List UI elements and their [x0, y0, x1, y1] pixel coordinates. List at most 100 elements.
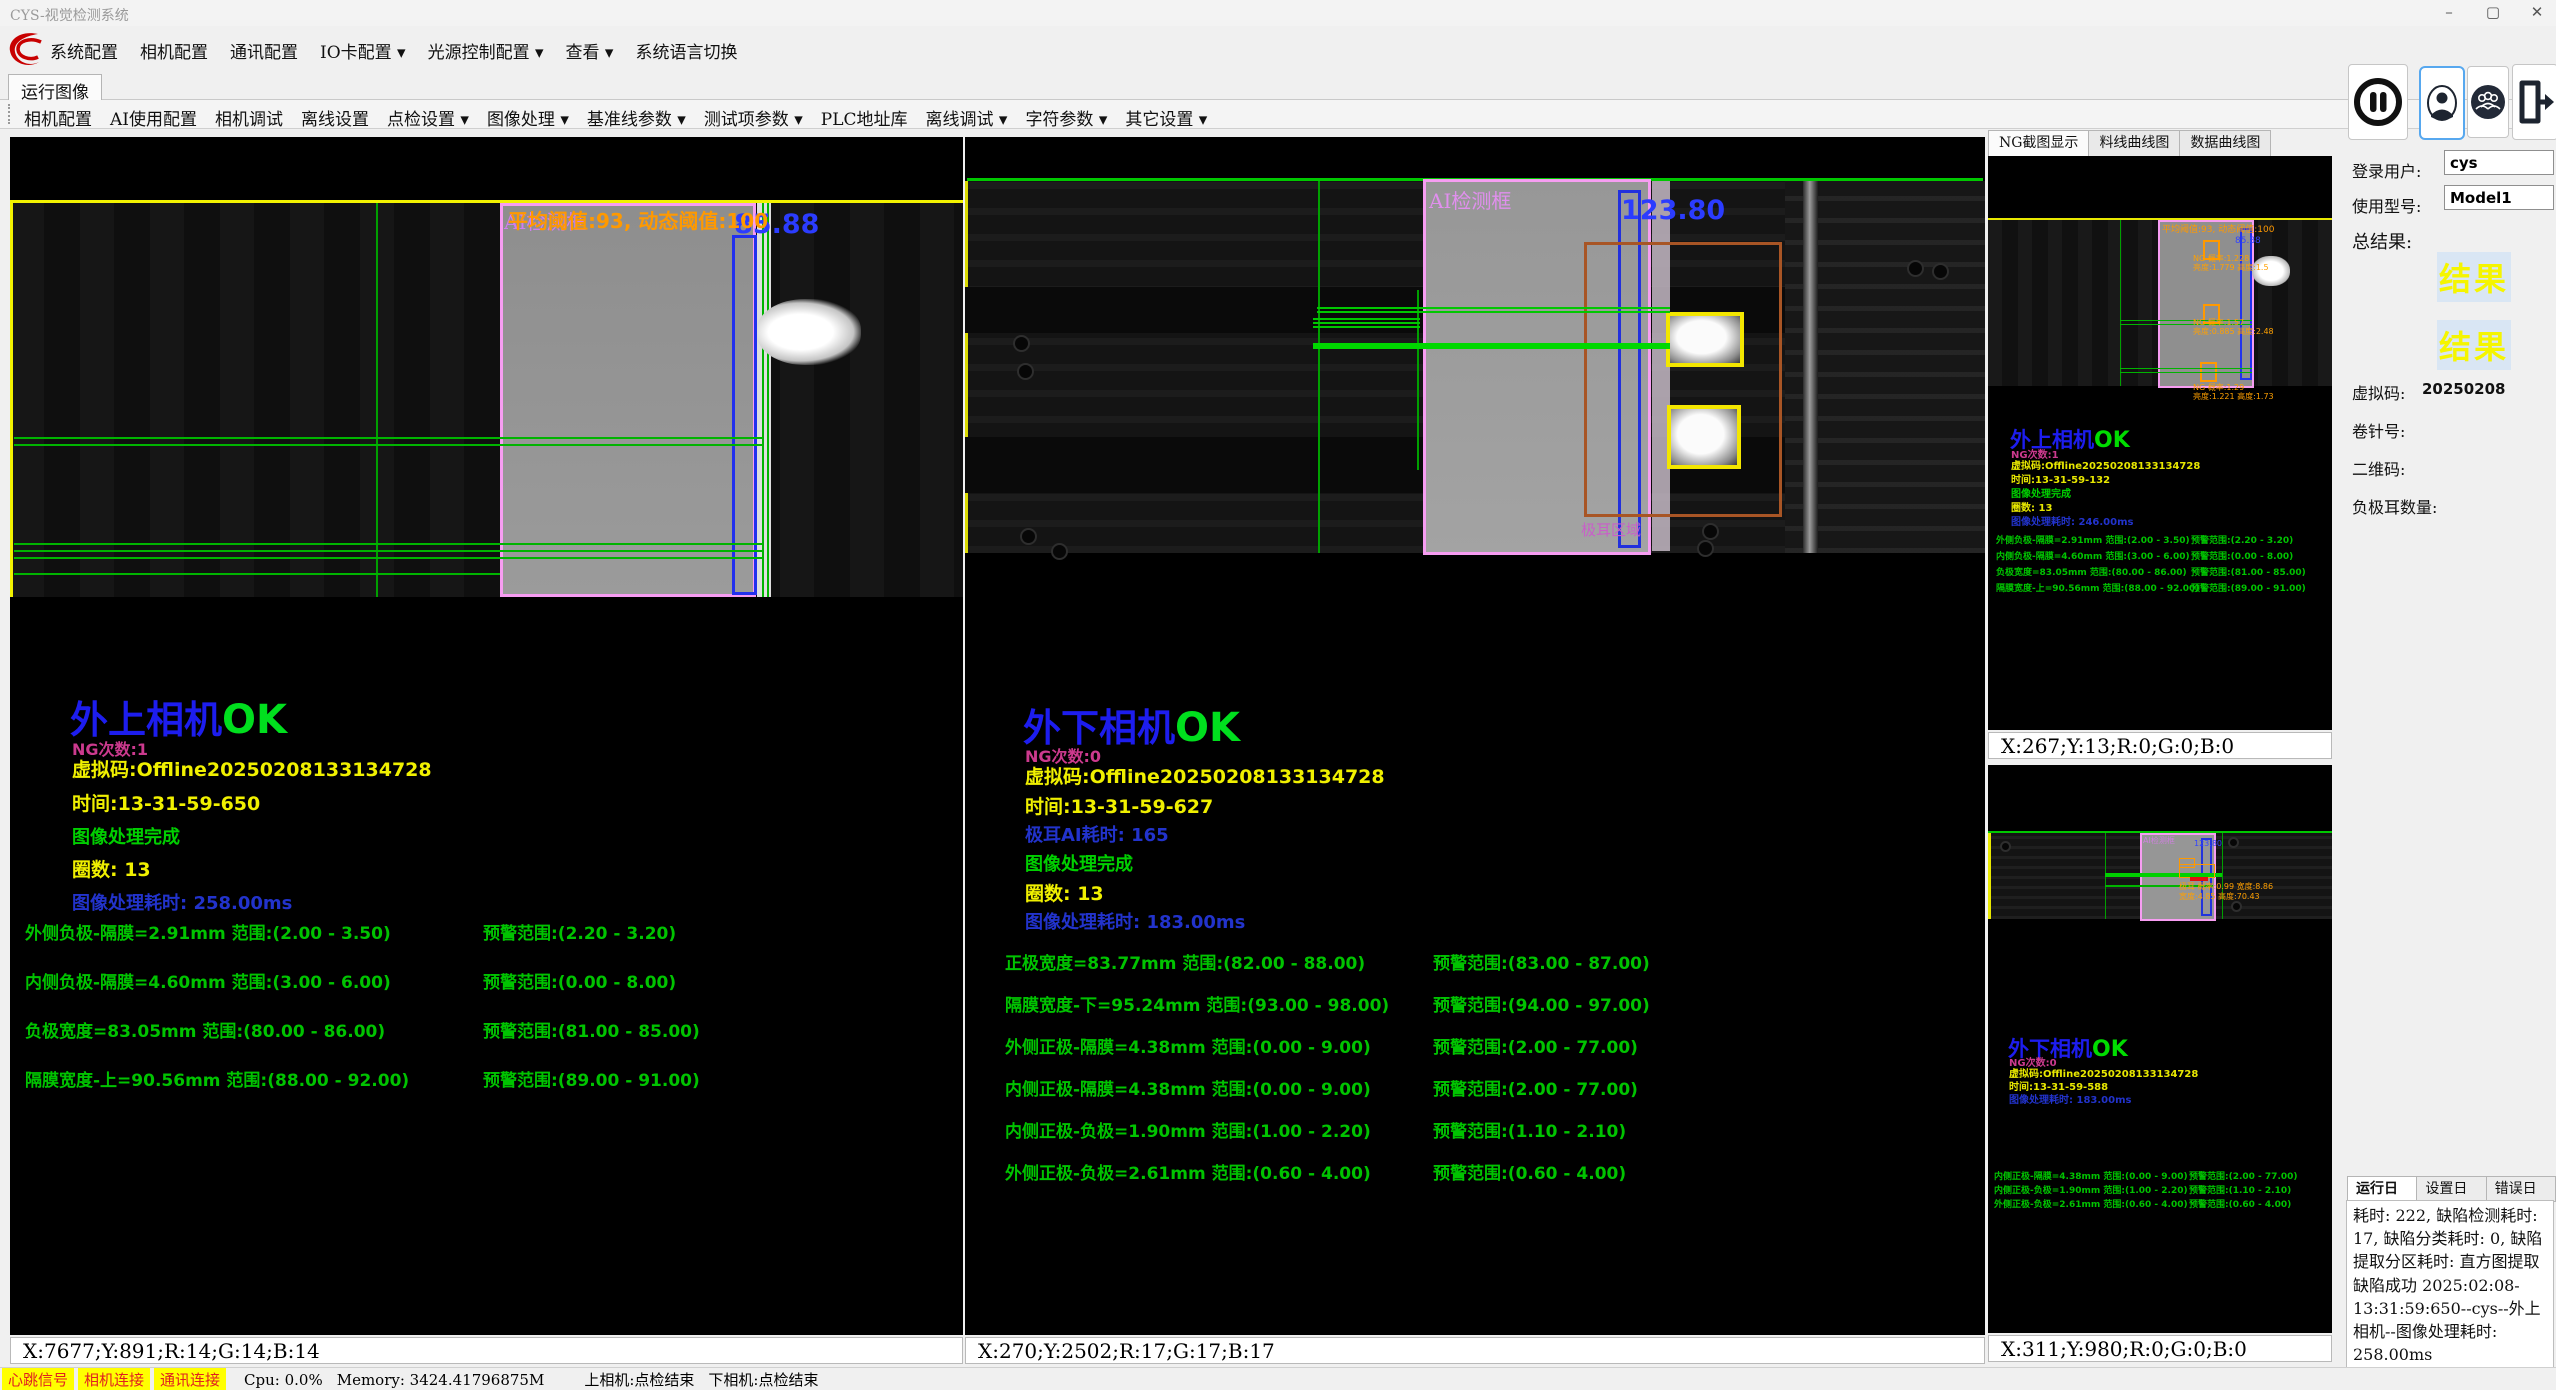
measurement-text: 外侧负极-隔膜=2.91mm 范围:(2.00 - 3.50) — [25, 919, 391, 944]
tab-ng-display[interactable]: NG截图显示 — [1988, 130, 2088, 157]
annotation-line: 宽度:4.85 高度:70.43 — [2179, 892, 2260, 901]
log-content[interactable]: 耗时: 222, 缺陷检测耗时: 17, 缺陷分类耗时: 0, 缺陷提取分区耗时… — [2346, 1200, 2554, 1382]
toolbar-item[interactable]: 离线设置 — [301, 105, 369, 130]
model-input[interactable] — [2444, 185, 2554, 210]
status-bar: 心跳信号相机连接通讯连接 Cpu: 0.0% Memory: 3424.4179… — [0, 1367, 2556, 1390]
warning-range-text: 预警范围:(81.00 - 85.00) — [2191, 565, 2306, 578]
warning-range-text: 预警范围:(1.10 - 2.10) — [1433, 1117, 1626, 1142]
measurement-list: 正极宽度=83.77mm 范围:(82.00 - 88.00) 预警范围:(83… — [1005, 949, 1965, 1201]
toolbar-item[interactable]: 点检设置 ▾ — [387, 105, 469, 130]
virtual-code-label: 虚拟码: — [2352, 380, 2405, 404]
camera-top-image — [10, 203, 963, 597]
toolbar-item[interactable]: 离线调试 ▾ — [926, 105, 1008, 130]
guide-line — [14, 557, 762, 559]
menu-item[interactable]: 光源控制配置 ▾ — [428, 38, 544, 63]
guide-line — [2120, 220, 2121, 386]
guide-line — [2120, 368, 2252, 369]
tab-data-chart[interactable]: 数据曲线图 — [2179, 130, 2271, 157]
measurement-text: 外侧正极-负极=2.61mm 范围:(0.60 - 4.00) — [1005, 1159, 1371, 1184]
measurement-text: 外侧正极-隔膜=4.38mm 范围:(0.00 - 9.00) — [1005, 1033, 1371, 1058]
virtual-code: 虚拟码:Offline20250208133134728 — [1025, 762, 1385, 789]
result-ok: OK — [2094, 428, 2130, 453]
screw-hole — [1017, 363, 1034, 380]
menu-item[interactable]: 通讯配置 — [230, 38, 298, 63]
toolbar-item[interactable]: AI使用配置 — [110, 105, 197, 130]
tab-blob — [757, 299, 861, 365]
menu-items: 系统配置相机配置通讯配置 IO卡配置 ▾ 光源控制配置 ▾ 查看 ▾ 系统语言切换 — [50, 38, 737, 63]
measurement-text: 负极宽度=83.05mm 范围:(80.00 - 86.00) — [1996, 565, 2187, 578]
toolbar-item[interactable]: 测试项参数 ▾ — [704, 105, 803, 130]
model-label: 使用型号: — [2352, 193, 2421, 217]
toolbar-item[interactable]: 基准线参数 ▾ — [587, 105, 686, 130]
warning-range-text: 预警范围:(0.60 - 4.00) — [2189, 1197, 2291, 1210]
user-button[interactable] — [2419, 66, 2465, 140]
toolbar-item[interactable]: 图像处理 ▾ — [487, 105, 569, 130]
process-time: 图像处理耗时: 246.00ms — [2011, 513, 2133, 528]
cpu-usage: Cpu: 0.0% — [244, 1371, 323, 1389]
menu-item[interactable]: IO卡配置 ▾ — [320, 38, 406, 63]
screw-hole — [1932, 263, 1949, 280]
result-ok: OK — [222, 697, 287, 743]
toolbar-grip[interactable] — [8, 104, 14, 124]
measurement-text: 内侧正极-负极=1.90mm 范围:(1.00 - 2.20) — [1005, 1117, 1371, 1142]
pause-icon — [2353, 71, 2403, 133]
camera-top-pane[interactable]: AI检测框 平均阈值:93, 动态阈值:100 85.88 外上相机OK NG次… — [10, 137, 963, 1335]
measurement-row: 内侧负极-隔膜=4.60mm 范围:(3.00 - 6.00) 预警范围:(0.… — [25, 968, 955, 1017]
process-time: 图像处理耗时: 183.00ms — [2009, 1091, 2131, 1106]
menu-item[interactable]: 相机配置 — [140, 38, 208, 63]
loop-count: 圈数: 13 — [72, 855, 151, 882]
menu-item[interactable]: 查看 ▾ — [566, 38, 614, 63]
screw-hole — [1051, 543, 1068, 560]
app-window: CYS-视觉检测系统 – ▢ ✕ 系统配置相机配置通讯配置IO卡配置 ▾光源控制… — [0, 0, 2556, 1390]
guide-line — [1317, 311, 1670, 313]
users-button[interactable] — [2467, 66, 2509, 138]
exit-button[interactable] — [2512, 64, 2556, 140]
negative-tab-count-label: 负极耳数量: — [2352, 494, 2437, 518]
measurement-row: 外侧正极-隔膜=4.38mm 范围:(0.00 - 9.00) 预警范围:(2.… — [1005, 1033, 1965, 1075]
measurement-row: 隔膜宽度-下=95.24mm 范围:(93.00 - 98.00) 预警范围:(… — [1005, 991, 1965, 1033]
tab-run-log[interactable]: 运行日志 — [2347, 1176, 2416, 1202]
maximize-button[interactable]: ▢ — [2484, 3, 2502, 21]
guide-line — [762, 203, 764, 597]
guide-line — [1313, 326, 1420, 328]
measurement-row: 外侧正极-负极=2.61mm 范围:(0.60 - 4.00) 预警范围:(0.… — [1005, 1159, 1965, 1201]
defect-annotation: NG 概率:1.29 亮度:1.221 高度:1.73 — [2193, 383, 2323, 401]
menu-item[interactable]: 系统配置 — [50, 38, 118, 63]
process-done: 图像处理完成 — [1025, 850, 1133, 876]
process-time: 图像处理耗时: 258.00ms — [72, 889, 292, 915]
login-user-input[interactable] — [2444, 150, 2554, 175]
warning-range-text: 预警范围:(2.00 - 77.00) — [1433, 1033, 1638, 1058]
toolbar-items: 相机配置 AI使用配置相机调试离线设置点检设置 ▾ 图像处理 ▾ 基准线参数 ▾ 测试项… — [24, 105, 1207, 130]
toolbar: 相机配置 AI使用配置相机调试离线设置点检设置 ▾ 图像处理 ▾ 基准线参数 ▾ 测试项… — [0, 100, 2556, 129]
result-ok: OK — [1175, 705, 1240, 751]
menu-item[interactable]: 系统语言切换 — [635, 38, 737, 63]
pixel-coord-bar: X:7677;Y:891;R:14;G:14;B:14 — [10, 1337, 963, 1364]
ai-detect-box — [500, 203, 756, 597]
toolbar-item[interactable]: 字符参数 ▾ — [1025, 105, 1107, 130]
memory-usage: Memory: 3424.41796875M — [337, 1371, 545, 1389]
annotation-line: 亮度:1.221 高度:1.73 — [2193, 392, 2323, 401]
guide-line — [14, 437, 762, 439]
guide-line — [1317, 307, 1670, 309]
toolbar-item[interactable]: PLC地址库 — [821, 105, 908, 130]
defect-box — [2179, 864, 2215, 878]
tab-setting-log[interactable]: 设置日志 — [2416, 1176, 2485, 1202]
pause-button[interactable] — [2348, 64, 2408, 140]
tab-detect-box — [1666, 312, 1744, 367]
minimize-button[interactable]: – — [2440, 3, 2458, 21]
tab-error-log[interactable]: 错误日志 — [2486, 1176, 2556, 1202]
close-button[interactable]: ✕ — [2528, 3, 2546, 21]
ng-preview-bottom[interactable]: AI检测框 123.80 极耳 概率:0.99 宽度:8.86 宽度:4.85 … — [1988, 765, 2332, 1333]
process-done: 图像处理完成 — [72, 823, 180, 849]
toolbar-item[interactable]: 相机配置 — [24, 105, 92, 130]
tab-line-chart[interactable]: 料线曲线图 — [2088, 130, 2179, 157]
toolbar-item[interactable]: 其它设置 ▾ — [1125, 105, 1207, 130]
process-time: 图像处理耗时: 183.00ms — [1025, 908, 1245, 934]
total-result-label: 总结果: — [2352, 228, 2412, 254]
toolbar-item[interactable]: 相机调试 — [215, 105, 283, 130]
ng-preview-top[interactable]: 平均阈值:93, 动态阈值:100 85.88 NG 概率:1.228 亮度:1… — [1988, 156, 2332, 730]
warning-range-text: 预警范围:(2.00 - 77.00) — [2189, 1169, 2298, 1182]
width-value: 85.88 — [2235, 236, 2261, 246]
guide-line — [2222, 833, 2223, 919]
camera-bottom-pane[interactable]: AI检测框 123.80 极耳区域 外下相机OK NG次数:0 虚拟码:Offl… — [965, 137, 1985, 1335]
